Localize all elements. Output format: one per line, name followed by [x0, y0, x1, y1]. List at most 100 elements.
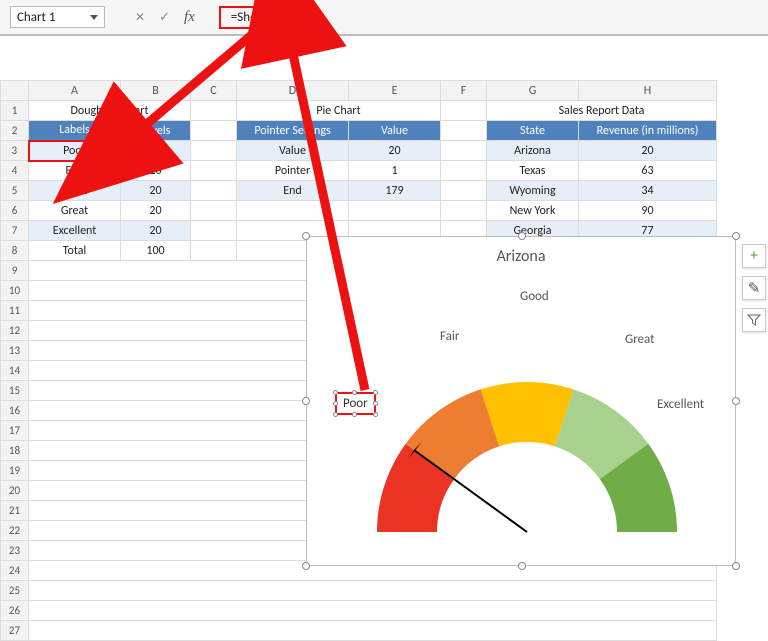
col-header-B[interactable]: B: [121, 81, 191, 101]
cell-B8[interactable]: 100: [121, 241, 191, 261]
row-header-22[interactable]: 22: [1, 521, 29, 541]
cell-F5[interactable]: [441, 181, 487, 201]
col-header-G[interactable]: G: [487, 81, 579, 101]
col-header-C[interactable]: C: [191, 81, 237, 101]
cell-A6[interactable]: Great: [29, 201, 121, 221]
cell-E6[interactable]: [349, 201, 441, 221]
cell-A1[interactable]: Doughnut Chart: [29, 101, 191, 121]
cell-G4[interactable]: Texas: [487, 161, 579, 181]
cell-H3[interactable]: 20: [579, 141, 717, 161]
row-header-1[interactable]: 1: [1, 101, 29, 121]
col-header-A[interactable]: A: [29, 81, 121, 101]
cell-E5[interactable]: 179: [349, 181, 441, 201]
cell-G3[interactable]: Arizona: [487, 141, 579, 161]
row-header-19[interactable]: 19: [1, 461, 29, 481]
col-header-D[interactable]: D: [237, 81, 349, 101]
fx-icon[interactable]: fx: [184, 9, 195, 26]
cell-C6[interactable]: [191, 201, 237, 221]
resize-handle-nw[interactable]: [302, 232, 310, 240]
cell-A4[interactable]: Fair: [29, 161, 121, 181]
name-box[interactable]: Chart 1: [10, 6, 105, 28]
col-header-E[interactable]: E: [349, 81, 441, 101]
row-header-15[interactable]: 15: [1, 381, 29, 401]
confirm-icon[interactable]: [159, 10, 170, 25]
cell-B2[interactable]: Levels: [121, 121, 191, 141]
cell-A2[interactable]: Labels: [29, 121, 121, 141]
cell-H4[interactable]: 63: [579, 161, 717, 181]
cell-A8[interactable]: Total: [29, 241, 121, 261]
cell-G1[interactable]: Sales Report Data: [487, 101, 717, 121]
cell-B7[interactable]: 20: [121, 221, 191, 241]
cell-row-26[interactable]: [29, 601, 717, 621]
row-header-18[interactable]: 18: [1, 441, 29, 461]
row-header-14[interactable]: 14: [1, 361, 29, 381]
cell-B6[interactable]: 20: [121, 201, 191, 221]
cell-F3[interactable]: [441, 141, 487, 161]
row-header-13[interactable]: 13: [1, 341, 29, 361]
row-header-2[interactable]: 2: [1, 121, 29, 141]
row-header-10[interactable]: 10: [1, 281, 29, 301]
cell-C2[interactable]: [191, 121, 237, 141]
row-header-24[interactable]: 24: [1, 561, 29, 581]
cell-row-27[interactable]: [29, 621, 717, 641]
cell-B5[interactable]: 20: [121, 181, 191, 201]
gauge-label-poor-selected[interactable]: Poor: [335, 392, 376, 415]
cell-B4[interactable]: 20: [121, 161, 191, 181]
cell-A7[interactable]: Excellent: [29, 221, 121, 241]
cell-G2[interactable]: State: [487, 121, 579, 141]
resize-handle-n[interactable]: [518, 232, 526, 240]
cell-E4[interactable]: 1: [349, 161, 441, 181]
cell-A5[interactable]: Good: [29, 181, 121, 201]
cell-C8[interactable]: [191, 241, 237, 261]
col-header-F[interactable]: F: [441, 81, 487, 101]
cell-C7[interactable]: [191, 221, 237, 241]
row-header-21[interactable]: 21: [1, 501, 29, 521]
row-header-23[interactable]: 23: [1, 541, 29, 561]
chart-brush-button[interactable]: ✎: [742, 276, 766, 300]
row-header-12[interactable]: 12: [1, 321, 29, 341]
cell-E2[interactable]: Value: [349, 121, 441, 141]
cell-F2[interactable]: [441, 121, 487, 141]
resize-handle-e[interactable]: [732, 397, 740, 405]
cell-H2[interactable]: Revenue (in millions): [579, 121, 717, 141]
resize-handle-se[interactable]: [732, 562, 740, 570]
row-header-9[interactable]: 9: [1, 261, 29, 281]
cell-D5[interactable]: End: [237, 181, 349, 201]
cell-G5[interactable]: Wyoming: [487, 181, 579, 201]
row-header-11[interactable]: 11: [1, 301, 29, 321]
chart-title[interactable]: Arizona: [307, 247, 735, 266]
chart-plus-button[interactable]: +: [742, 244, 766, 268]
cell-D6[interactable]: [237, 201, 349, 221]
cell-H5[interactable]: 34: [579, 181, 717, 201]
select-all-corner[interactable]: [1, 81, 29, 101]
cell-C5[interactable]: [191, 181, 237, 201]
cell-C3[interactable]: [191, 141, 237, 161]
cell-D4[interactable]: Pointer: [237, 161, 349, 181]
row-header-7[interactable]: 7: [1, 221, 29, 241]
cell-row-25[interactable]: [29, 581, 717, 601]
cell-D3[interactable]: Value: [237, 141, 349, 161]
col-header-H[interactable]: H: [579, 81, 717, 101]
chevron-down-icon[interactable]: [90, 15, 98, 20]
embedded-chart[interactable]: Arizona Fair Good: [306, 236, 736, 566]
cell-A3[interactable]: Poor: [29, 141, 121, 161]
resize-handle-sw[interactable]: [302, 562, 310, 570]
gauge-chart[interactable]: [362, 347, 692, 567]
cell-D1[interactable]: Pie Chart: [237, 101, 441, 121]
cell-F6[interactable]: [441, 201, 487, 221]
chart-filter-button[interactable]: [742, 308, 766, 332]
row-header-16[interactable]: 16: [1, 401, 29, 421]
row-header-17[interactable]: 17: [1, 421, 29, 441]
row-header-20[interactable]: 20: [1, 481, 29, 501]
cell-F4[interactable]: [441, 161, 487, 181]
cell-C1[interactable]: [191, 101, 237, 121]
cell-G6[interactable]: New York: [487, 201, 579, 221]
row-header-4[interactable]: 4: [1, 161, 29, 181]
cell-E3[interactable]: 20: [349, 141, 441, 161]
row-header-25[interactable]: 25: [1, 581, 29, 601]
row-header-3[interactable]: 3: [1, 141, 29, 161]
cell-F1[interactable]: [441, 101, 487, 121]
row-header-5[interactable]: 5: [1, 181, 29, 201]
cell-D2[interactable]: Pointer Settings: [237, 121, 349, 141]
cell-B3[interactable]: 20: [121, 141, 191, 161]
